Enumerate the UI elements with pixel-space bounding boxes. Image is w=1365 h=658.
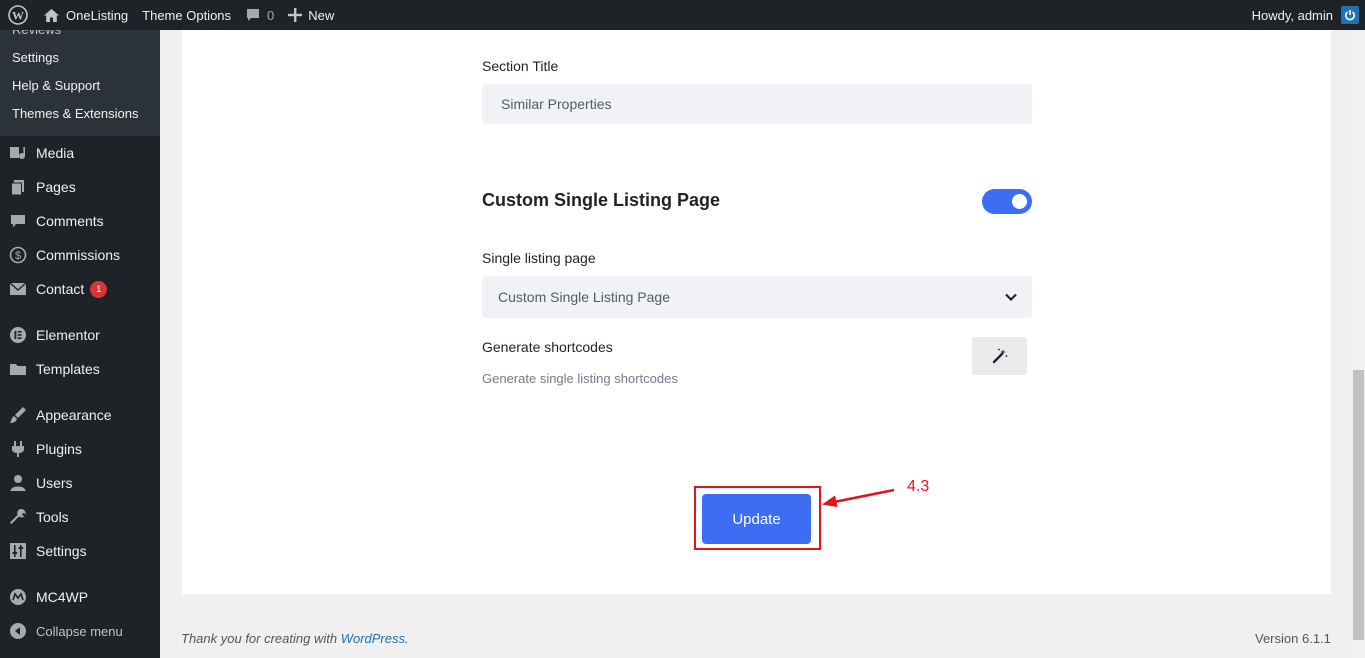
collapse-menu-button[interactable]: Collapse menu [0, 614, 160, 648]
admin-sidebar: Reviews Settings Help & Support Themes &… [0, 30, 160, 658]
sidebar-label-comments: Comments [36, 213, 104, 229]
comments-icon [8, 211, 28, 231]
dollar-icon: $ [8, 245, 28, 265]
wrench-icon [8, 507, 28, 527]
mc4wp-icon [8, 587, 28, 607]
sidebar-label-tools: Tools [36, 509, 69, 525]
sidebar-item-mc4wp[interactable]: MC4WP [0, 580, 160, 614]
sidebar-label-plugins: Plugins [36, 441, 82, 457]
sidebar-item-comments[interactable]: Comments [0, 204, 160, 238]
elementor-icon [8, 325, 28, 345]
generate-shortcodes-button[interactable] [972, 337, 1027, 375]
footer-thanks-period: . [405, 631, 409, 646]
custom-single-listing-heading: Custom Single Listing Page [482, 190, 721, 210]
pages-icon [8, 177, 28, 197]
single-listing-page-label: Single listing page [482, 250, 596, 266]
folder-icon [8, 359, 28, 379]
plugin-submenu: Reviews Settings Help & Support Themes &… [0, 30, 160, 136]
sidebar-item-templates[interactable]: Templates [0, 352, 160, 386]
annotation-arrow-icon [822, 488, 895, 507]
comments-link[interactable]: 0 [238, 0, 281, 30]
paintbrush-icon [8, 405, 28, 425]
svg-text:W: W [12, 9, 24, 23]
user-icon [8, 473, 28, 493]
sidebar-item-elementor[interactable]: Elementor [0, 318, 160, 352]
sidebar-label-commissions: Commissions [36, 247, 121, 263]
magic-wand-icon [992, 348, 1008, 364]
single-listing-page-select[interactable]: Custom Single Listing Page [482, 276, 1032, 318]
home-icon [43, 8, 60, 23]
update-button[interactable]: Update [702, 494, 811, 544]
generate-shortcodes-description: Generate single listing shortcodes [482, 371, 678, 386]
new-content-link[interactable]: New [281, 0, 341, 30]
media-icon [8, 143, 28, 163]
collapse-menu-label: Collapse menu [36, 623, 123, 639]
sidebar-item-plugins[interactable]: Plugins [0, 432, 160, 466]
collapse-arrow-icon [8, 621, 28, 641]
submenu-item-reviews[interactable]: Reviews [0, 30, 73, 44]
submenu-item-themes-extensions[interactable]: Themes & Extensions [0, 100, 160, 128]
sidebar-item-tools[interactable]: Tools [0, 500, 160, 534]
footer-thanks-text: Thank you for creating with [181, 631, 338, 646]
sliders-icon [8, 541, 28, 561]
scrollbar-thumb[interactable] [1353, 370, 1364, 640]
submenu-item-settings[interactable]: Settings [0, 44, 160, 72]
generate-shortcodes-label: Generate shortcodes [482, 339, 613, 355]
admin-bar: W OneListing Theme Options 0 New Howdy, … [0, 0, 1365, 30]
sidebar-item-media[interactable]: Media [0, 136, 160, 170]
sidebar-label-pages: Pages [36, 179, 76, 195]
comments-count: 0 [267, 7, 275, 23]
avatar [1341, 6, 1359, 24]
theme-options-link[interactable]: Theme Options [135, 0, 238, 30]
sidebar-item-appearance[interactable]: Appearance [0, 398, 160, 432]
wordpress-logo-icon[interactable]: W [0, 0, 36, 30]
sidebar-label-settings: Settings [36, 543, 87, 559]
envelope-icon [8, 279, 28, 299]
sidebar-item-commissions[interactable]: $ Commissions [0, 238, 160, 272]
footer-version: Version 6.1.1 [1255, 631, 1331, 646]
submenu-item-help-support[interactable]: Help & Support [0, 72, 160, 100]
single-listing-page-value: Custom Single Listing Page [498, 289, 670, 305]
theme-options-label: Theme Options [142, 7, 232, 23]
annotation-label: 4.3 [907, 478, 930, 495]
sidebar-label-users: Users [36, 475, 73, 491]
wordpress-link[interactable]: WordPress [341, 631, 405, 646]
howdy-label: Howdy, admin [1251, 7, 1333, 23]
new-label: New [308, 7, 335, 23]
section-title-label: Section Title [482, 58, 559, 74]
page-scrollbar[interactable] [1352, 30, 1365, 658]
plus-icon [288, 8, 303, 22]
chevron-down-icon [1004, 290, 1018, 307]
sidebar-item-users[interactable]: Users [0, 466, 160, 500]
sidebar-item-settings[interactable]: Settings [0, 534, 160, 568]
site-name: OneListing [66, 7, 129, 23]
custom-single-listing-toggle[interactable] [982, 189, 1032, 214]
contact-count-badge: 1 [90, 280, 108, 298]
svg-text:$: $ [15, 250, 21, 262]
sidebar-label-mc4wp: MC4WP [36, 589, 89, 605]
sidebar-label-media: Media [36, 145, 75, 161]
plug-icon [8, 439, 28, 459]
site-name-link[interactable]: OneListing [36, 0, 135, 30]
sidebar-label-elementor: Elementor [36, 327, 100, 343]
toggle-knob [1012, 194, 1027, 209]
comment-icon [245, 7, 261, 23]
sidebar-label-appearance: Appearance [36, 407, 112, 423]
section-title-input[interactable] [482, 84, 1032, 124]
sidebar-label-contact: Contact [36, 281, 85, 297]
my-account-link[interactable]: Howdy, admin [1245, 0, 1365, 30]
sidebar-label-templates: Templates [36, 361, 100, 377]
sidebar-item-pages[interactable]: Pages [0, 170, 160, 204]
footer-thanks: Thank you for creating with WordPress. [181, 631, 409, 646]
sidebar-item-contact[interactable]: Contact 1 [0, 272, 160, 306]
settings-panel: Section Title Custom Single Listing Page… [182, 30, 1331, 594]
